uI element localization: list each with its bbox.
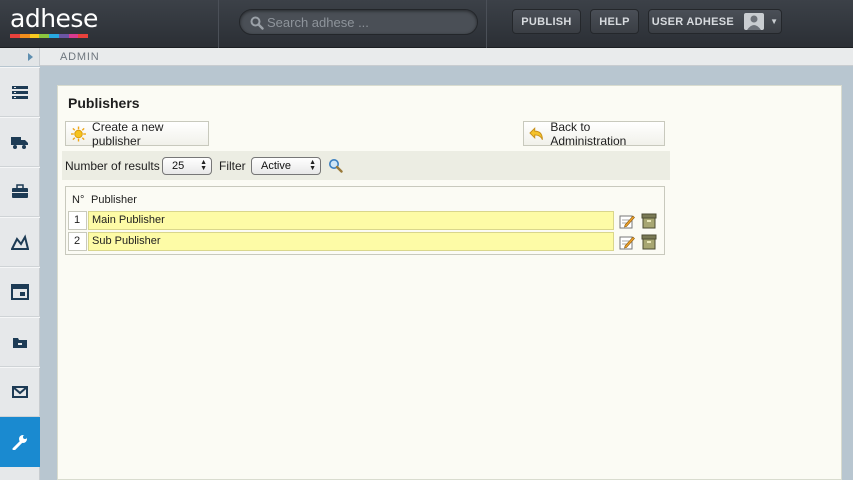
select-arrows-icon: ▲ ▼ — [200, 159, 207, 172]
sidebar-item-planning[interactable] — [0, 267, 40, 317]
filter-value: Active — [261, 160, 291, 172]
breadcrumb-bar: ADMIN — [0, 48, 853, 66]
divider — [218, 0, 219, 48]
briefcase-icon — [12, 184, 28, 198]
filter-select[interactable]: Active ▲ ▼ — [251, 157, 321, 175]
help-button[interactable]: HELP — [590, 9, 639, 34]
archive-icon[interactable] — [641, 213, 657, 229]
wrench-icon — [12, 435, 27, 450]
results-label: Number of results — [65, 159, 160, 173]
sidebar-item-advertisers[interactable] — [0, 167, 40, 217]
campaign-chart-icon — [11, 234, 29, 250]
expand-arrow-icon — [28, 53, 33, 61]
select-arrows-icon: ▲ ▼ — [309, 159, 316, 172]
search-box[interactable] — [239, 9, 478, 35]
top-bar: adhese PUBLISH HELP USER ADHESE ▼ — [0, 0, 853, 48]
archive-icon[interactable] — [641, 234, 657, 250]
logo-color-stripes — [10, 34, 88, 38]
edit-icon[interactable] — [619, 213, 635, 229]
user-menu-button[interactable]: USER ADHESE ▼ — [648, 9, 782, 34]
calendar-icon — [11, 284, 29, 300]
row-number: 1 — [68, 211, 87, 230]
search-icon — [250, 16, 264, 30]
sidebar-item-campaigns[interactable] — [0, 217, 40, 267]
folder-icon — [13, 338, 27, 348]
logo-text: adhese — [10, 4, 98, 33]
sidebar-item-inventory[interactable] — [0, 67, 40, 117]
results-value: 25 — [172, 160, 185, 172]
sidebar-item-admin[interactable] — [0, 417, 40, 467]
filter-label: Filter — [219, 159, 246, 173]
column-header-publisher: Publisher — [91, 194, 137, 206]
inventory-icon — [12, 86, 28, 99]
row-number: 2 — [68, 232, 87, 251]
avatar-icon — [744, 13, 765, 30]
publisher-name-field[interactable]: Sub Publisher — [88, 232, 614, 251]
search-input[interactable] — [267, 13, 467, 31]
back-arrow-icon — [529, 126, 543, 140]
column-header-number: N° — [72, 194, 85, 206]
create-publisher-label: Create a new publisher — [92, 119, 164, 148]
sidebar-item-files[interactable] — [0, 317, 40, 367]
publisher-name-field[interactable]: Main Publisher — [88, 211, 614, 230]
sidebar-toggle[interactable] — [0, 48, 40, 66]
search-icon[interactable] — [328, 158, 343, 173]
user-name: USER ADHESE — [651, 15, 735, 28]
chevron-down-icon: ▼ — [770, 17, 779, 26]
delivery-truck-icon — [11, 137, 28, 149]
publish-button[interactable]: PUBLISH — [512, 9, 581, 34]
new-star-icon — [71, 125, 87, 142]
create-publisher-button[interactable]: Create a new publisher — [65, 119, 209, 148]
sidebar-item-delivery[interactable] — [0, 117, 40, 167]
results-per-page-select[interactable]: 25 ▲ ▼ — [162, 157, 212, 175]
adhese-logo[interactable]: adhese — [10, 6, 98, 40]
page-title: Publishers — [68, 95, 140, 111]
mail-icon — [12, 386, 28, 398]
edit-icon[interactable] — [619, 234, 635, 250]
sidebar — [0, 67, 40, 480]
back-to-administration-button[interactable]: Back to Administration — [523, 119, 665, 148]
back-label: Back to Administration — [550, 119, 627, 148]
breadcrumb[interactable]: ADMIN — [60, 51, 99, 63]
divider — [486, 0, 487, 48]
sidebar-item-messages[interactable] — [0, 367, 40, 417]
